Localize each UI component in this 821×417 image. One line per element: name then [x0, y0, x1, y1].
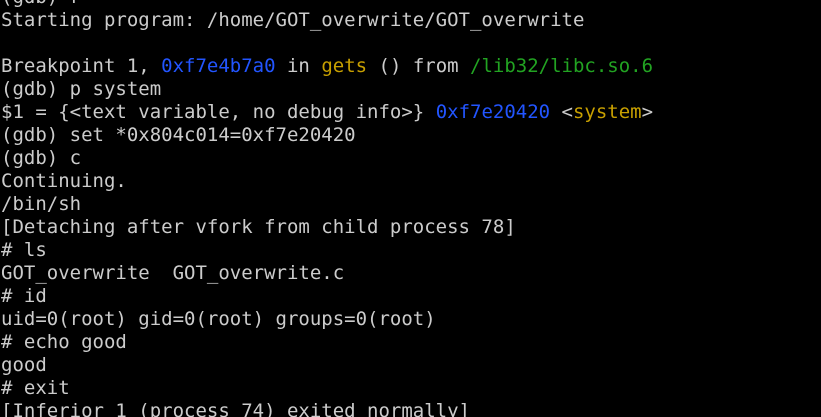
terminal-line: (gdb) r — [1, 0, 653, 9]
terminal-line: (gdb) set *0x804c014=0xf7e20420 — [1, 124, 653, 147]
terminal-line: /bin/sh — [1, 193, 653, 216]
terminal-text: (gdb) c — [1, 147, 82, 169]
terminal-line: (gdb) c — [1, 147, 653, 170]
terminal-line: $1 = {<text variable, no debug info>} 0x… — [1, 101, 653, 124]
terminal-address-text: 0xf7e20420 — [435, 101, 551, 123]
terminal-window[interactable]: (gdb) rStarting program: /home/GOT_overw… — [0, 0, 821, 417]
terminal-line: good — [1, 354, 653, 377]
terminal-text: # ls — [1, 239, 47, 261]
terminal-line: Breakpoint 1, 0xf7e4b7a0 in gets () from… — [1, 55, 653, 78]
terminal-text: [Detaching after vfork from child proces… — [1, 216, 516, 238]
terminal-line: Starting program: /home/GOT_overwrite/GO… — [1, 9, 653, 32]
terminal-line: # ls — [1, 239, 653, 262]
terminal-text: $1 = {<text variable, no debug info>} — [1, 101, 436, 123]
terminal-line: # echo good — [1, 331, 653, 354]
terminal-text: # exit — [1, 377, 70, 399]
terminal-text: (gdb) r — [1, 0, 81, 8]
terminal-output: (gdb) rStarting program: /home/GOT_overw… — [1, 0, 653, 417]
terminal-text: good — [1, 354, 47, 376]
terminal-text: [Inferior 1 (process 74) exited normally… — [1, 400, 470, 417]
terminal-text: > — [641, 101, 654, 123]
terminal-text: # id — [1, 285, 47, 307]
terminal-text: # echo good — [1, 331, 127, 353]
terminal-text: GOT_overwrite GOT_overwrite.c — [1, 262, 345, 284]
terminal-line: Continuing. — [1, 170, 653, 193]
terminal-line: (gdb) p system — [1, 78, 653, 101]
terminal-line: # exit — [1, 377, 653, 400]
terminal-text: in — [275, 55, 322, 77]
terminal-function-text: system — [572, 101, 642, 123]
terminal-text: uid=0(root) gid=0(root) groups=0(root) — [1, 308, 436, 330]
terminal-line: GOT_overwrite GOT_overwrite.c — [1, 262, 653, 285]
terminal-text: Starting program: /home/GOT_overwrite/GO… — [1, 9, 585, 31]
terminal-line: [Inferior 1 (process 74) exited normally… — [1, 400, 653, 417]
terminal-function-text: gets — [321, 55, 368, 77]
terminal-text: () from — [367, 55, 471, 77]
terminal-address-text: 0xf7e4b7a0 — [161, 55, 276, 77]
terminal-line: # id — [1, 285, 653, 308]
terminal-text: < — [550, 101, 573, 123]
terminal-line: [Detaching after vfork from child proces… — [1, 216, 653, 239]
terminal-text: Continuing. — [1, 170, 127, 192]
terminal-text: Breakpoint 1, — [1, 55, 162, 77]
terminal-path-text: /lib32/libc.so.6 — [470, 55, 654, 77]
terminal-text: (gdb) p system — [1, 78, 162, 100]
terminal-text: (gdb) set *0x804c014=0xf7e20420 — [1, 124, 356, 146]
terminal-text: /bin/sh — [1, 193, 82, 215]
terminal-line: uid=0(root) gid=0(root) groups=0(root) — [1, 308, 653, 331]
